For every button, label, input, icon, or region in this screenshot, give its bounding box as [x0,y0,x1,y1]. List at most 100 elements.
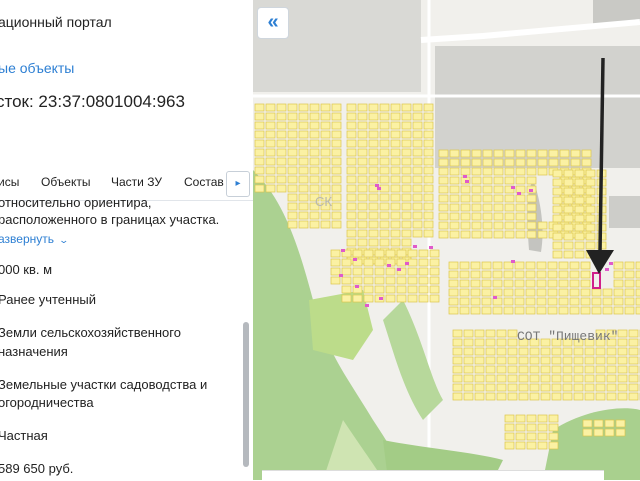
parcel[interactable] [429,267,440,276]
parcel[interactable] [341,285,352,294]
parcel[interactable] [595,374,606,383]
expand-link[interactable]: азвернуть ⌄ [0,232,69,246]
parcel[interactable] [526,176,537,185]
parcel[interactable] [401,238,412,247]
parcel[interactable] [265,103,276,112]
parcel[interactable] [504,194,515,203]
parcel[interactable] [309,220,320,229]
parcel[interactable] [573,374,584,383]
parcel[interactable] [412,202,423,211]
parcel[interactable] [460,158,471,167]
parcel[interactable] [574,169,585,178]
parcel[interactable] [526,414,537,423]
parcel[interactable] [448,306,459,315]
parcel[interactable] [507,347,518,356]
parcel[interactable] [504,158,515,167]
parcel[interactable] [374,285,385,294]
parcel[interactable] [265,157,276,166]
parcel[interactable] [591,297,602,306]
parcel[interactable] [346,220,357,229]
parcel[interactable] [628,383,639,392]
parcel[interactable] [617,392,628,401]
parcel[interactable] [593,419,604,428]
parcel[interactable] [518,392,529,401]
parcel[interactable] [537,230,548,239]
parcel[interactable] [485,392,496,401]
parcel[interactable] [331,139,342,148]
parcel[interactable] [503,297,514,306]
parcel[interactable] [496,383,507,392]
parcel[interactable] [460,221,471,230]
parcel[interactable] [624,288,635,297]
parcel[interactable] [418,258,429,267]
parcel[interactable] [585,196,596,205]
parcel[interactable] [503,288,514,297]
parcel[interactable] [585,205,596,214]
parcel[interactable] [265,148,276,157]
parcel[interactable] [481,270,492,279]
parcel[interactable] [482,149,493,158]
parcel[interactable] [368,139,379,148]
parcel[interactable] [613,288,624,297]
parcel[interactable] [595,392,606,401]
parcel[interactable] [287,166,298,175]
parcel[interactable] [452,338,463,347]
marked-parcel[interactable] [353,258,357,261]
tab-analyses[interactable]: исы [0,175,19,189]
parcel[interactable] [429,258,440,267]
parcel[interactable] [390,211,401,220]
parcel[interactable] [396,258,407,267]
parcel[interactable] [385,285,396,294]
parcel[interactable] [407,267,418,276]
parcel[interactable] [551,365,562,374]
parcel[interactable] [346,229,357,238]
parcel[interactable] [562,356,573,365]
parcel[interactable] [379,148,390,157]
parcel[interactable] [507,365,518,374]
parcel[interactable] [320,103,331,112]
parcel[interactable] [438,194,449,203]
parcel[interactable] [481,261,492,270]
parcel[interactable] [407,285,418,294]
parcel[interactable] [595,347,606,356]
parcel[interactable] [563,169,574,178]
parcel[interactable] [418,267,429,276]
parcel[interactable] [604,428,615,437]
parcel[interactable] [357,193,368,202]
parcel[interactable] [569,261,580,270]
parcel[interactable] [471,230,482,239]
parcel[interactable] [368,229,379,238]
parcel[interactable] [460,149,471,158]
marked-parcel[interactable] [465,180,469,183]
parcel[interactable] [438,149,449,158]
parcel[interactable] [331,166,342,175]
parcel[interactable] [529,392,540,401]
parcel[interactable] [492,297,503,306]
parcel[interactable] [298,175,309,184]
parcel[interactable] [390,238,401,247]
parcel[interactable] [368,112,379,121]
parcel[interactable] [548,149,559,158]
parcel[interactable] [379,229,390,238]
parcel[interactable] [407,294,418,303]
marked-parcel[interactable] [605,268,609,271]
parcel[interactable] [635,279,640,288]
parcel[interactable] [471,212,482,221]
parcel[interactable] [518,365,529,374]
parcel[interactable] [474,338,485,347]
parcel[interactable] [374,249,385,258]
parcel[interactable] [452,365,463,374]
parcel[interactable] [515,203,526,212]
parcel[interactable] [503,261,514,270]
parcel[interactable] [363,294,374,303]
parcel[interactable] [401,103,412,112]
parcel[interactable] [525,297,536,306]
parcel[interactable] [423,130,434,139]
parcel[interactable] [540,383,551,392]
parcel[interactable] [537,432,548,441]
parcel[interactable] [526,432,537,441]
parcel[interactable] [448,279,459,288]
parcel[interactable] [525,279,536,288]
parcel[interactable] [357,220,368,229]
parcel[interactable] [459,261,470,270]
